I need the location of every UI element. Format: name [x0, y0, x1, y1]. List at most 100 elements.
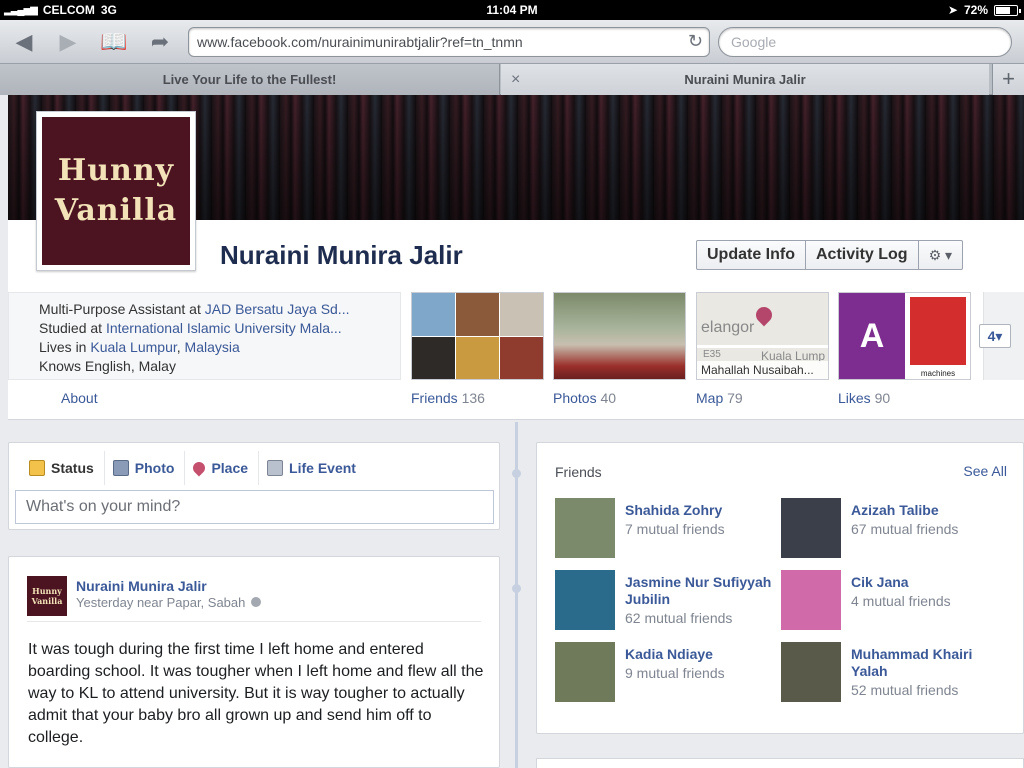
composer-tab-place[interactable]: Place	[185, 451, 260, 485]
next-box	[536, 758, 1024, 768]
photos-thumbnail[interactable]	[553, 292, 686, 380]
like-page-logo: A	[839, 293, 905, 379]
about-summary: Multi-Purpose Assistant at JAD Bersatu J…	[8, 292, 401, 380]
tab-title: Live Your Life to the Fullest!	[162, 72, 337, 87]
friend-item: Kadia Ndiaye 9 mutual friends	[555, 642, 781, 704]
composer-tab-label: Photo	[134, 460, 175, 476]
header-buttons: Update Info Activity Log ⚙ ▾	[696, 240, 964, 270]
friend-photo[interactable]	[555, 642, 615, 702]
friend-thumb	[456, 293, 499, 336]
friend-name[interactable]: Kadia Ndiaye	[625, 646, 785, 663]
friend-mutual[interactable]: 62 mutual friends	[625, 610, 732, 626]
lives-prefix: Lives in	[39, 339, 91, 355]
timeline-post: Hunny Vanilla Nuraini Munira Jalir Yeste…	[8, 556, 500, 768]
likes-caption: machines	[920, 369, 956, 378]
likes-section-link[interactable]: Likes 90	[838, 390, 890, 406]
photos-count: 40	[600, 390, 617, 406]
lives-line: Lives in Kuala Lumpur, Malaysia	[39, 339, 395, 355]
likes-label: Likes	[838, 390, 871, 406]
friend-thumb	[500, 293, 543, 336]
friend-name[interactable]: Shahida Zohry	[625, 502, 785, 519]
url-text: www.facebook.com/nurainimunirabtjalir?re…	[197, 34, 523, 50]
likes-count: 90	[874, 390, 891, 406]
back-icon[interactable]: ◀	[10, 29, 38, 55]
map-thumbnail[interactable]: elangor Kuala Lump E35 Mahallah Nusaibah…	[696, 292, 829, 380]
friend-name[interactable]: Muhammad Khairi Yalah	[851, 646, 1011, 680]
friend-item: Azizah Talibe 67 mutual friends	[781, 498, 1007, 560]
friend-name[interactable]: Azizah Talibe	[851, 502, 1011, 519]
profile-picture[interactable]: Hunny Vanilla	[36, 111, 196, 271]
share-icon[interactable]: ➦	[146, 29, 174, 55]
composer-tab-photo[interactable]: Photo	[105, 451, 186, 485]
composer-tab-life-event[interactable]: Life Event	[259, 451, 366, 485]
friend-mutual[interactable]: 7 mutual friends	[625, 521, 725, 537]
profile-name[interactable]: Nuraini Munira Jalir	[220, 240, 463, 271]
battery-icon	[994, 4, 1021, 16]
bookmarks-icon[interactable]: 📖	[100, 29, 128, 55]
city-link[interactable]: Kuala Lumpur	[90, 339, 176, 355]
work-link[interactable]: JAD Bersatu Jaya Sd...	[205, 301, 350, 317]
new-tab-button[interactable]: +	[992, 64, 1024, 95]
status-icon	[29, 460, 45, 476]
map-caption: Mahallah Nusaibah...	[697, 361, 828, 379]
about-link[interactable]: About	[61, 390, 98, 406]
map-place-label: elangor	[701, 319, 755, 336]
languages-line: Knows English, Malay	[39, 358, 395, 374]
friend-mutual[interactable]: 4 mutual friends	[851, 593, 951, 609]
post-avatar[interactable]: Hunny Vanilla	[27, 576, 67, 616]
browser-toolbar: ◀ ▶ 📖 ➦ www.facebook.com/nurainimunirabt…	[0, 20, 1024, 64]
country-link[interactable]: Malaysia	[185, 339, 240, 355]
location-icon: ➤	[947, 3, 958, 17]
battery-percent: 72%	[963, 3, 988, 17]
post-text: It was tough during the first time I lef…	[28, 641, 484, 746]
activity-log-button[interactable]: Activity Log	[806, 241, 919, 269]
map-section-link[interactable]: Map 79	[696, 390, 743, 406]
post-author[interactable]: Nuraini Munira Jalir	[76, 578, 207, 594]
status-bar: ▂▃▄▅▆ CELCOM 3G 11:04 PM ➤ 72%	[0, 0, 1024, 20]
friends-thumbnail[interactable]	[411, 292, 544, 380]
friend-item: Muhammad Khairi Yalah 52 mutual friends	[781, 642, 1007, 704]
friend-mutual[interactable]: 52 mutual friends	[851, 682, 958, 698]
post-timestamp[interactable]: Yesterday near Papar, Sabah	[76, 595, 245, 610]
study-link[interactable]: International Islamic University Mala...	[106, 320, 342, 336]
friend-photo[interactable]	[781, 498, 841, 558]
work-line: Multi-Purpose Assistant at JAD Bersatu J…	[39, 301, 395, 317]
composer-tab-status[interactable]: Status	[21, 451, 105, 485]
work-prefix: Multi-Purpose Assistant at	[39, 301, 205, 317]
close-tab-icon[interactable]: ×	[511, 64, 520, 95]
friend-mutual[interactable]: 9 mutual friends	[625, 665, 725, 681]
photos-section-link[interactable]: Photos 40	[553, 390, 616, 406]
friends-section-link[interactable]: Friends 136	[411, 390, 485, 406]
friends-count: 136	[461, 390, 485, 406]
browser-tab-2[interactable]: × Nuraini Munira Jalir	[501, 64, 989, 95]
friend-photo[interactable]	[555, 570, 615, 630]
post-avatar-line2: Vanilla	[31, 596, 63, 606]
friend-name[interactable]: Cik Jana	[851, 574, 1011, 591]
friend-photo[interactable]	[781, 570, 841, 630]
browser-tab-1[interactable]: Live Your Life to the Fullest!	[0, 64, 500, 95]
status-composer: Status Photo Place Life Event What's on …	[8, 442, 500, 530]
composer-tab-label: Status	[51, 460, 94, 476]
reload-icon[interactable]: ↻	[688, 31, 703, 52]
address-bar[interactable]: www.facebook.com/nurainimunirabtjalir?re…	[188, 27, 710, 57]
likes-thumbnail[interactable]: A machines	[838, 292, 971, 380]
gear-icon[interactable]: ⚙ ▾	[919, 241, 962, 269]
see-all-link[interactable]: See All	[963, 463, 1007, 479]
friend-thumb	[412, 336, 455, 379]
map-road-label: E35	[703, 349, 721, 360]
clock: 11:04 PM	[486, 3, 538, 17]
study-line: Studied at International Islamic Univers…	[39, 320, 395, 336]
forward-icon[interactable]: ▶	[54, 29, 82, 55]
timeline-dot	[512, 469, 521, 478]
more-sections-button[interactable]: 4▾	[979, 324, 1011, 348]
update-info-button[interactable]: Update Info	[697, 241, 806, 269]
friend-name[interactable]: Jasmine Nur Sufiyyah Jubilin	[625, 574, 785, 608]
search-input[interactable]: Google	[718, 27, 1012, 57]
friend-photo[interactable]	[555, 498, 615, 558]
status-input[interactable]: What's on your mind?	[15, 490, 494, 524]
more-count: 4	[987, 328, 996, 344]
friend-photo[interactable]	[781, 642, 841, 702]
public-globe-icon[interactable]	[251, 597, 262, 607]
friend-mutual[interactable]: 67 mutual friends	[851, 521, 958, 537]
post-meta: Yesterday near Papar, Sabah	[76, 595, 262, 610]
